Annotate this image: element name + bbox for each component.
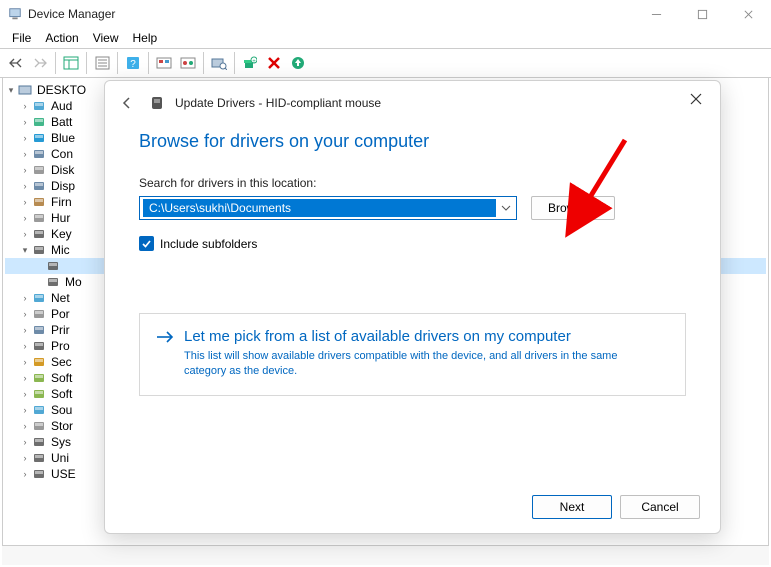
scan-hardware-icon[interactable] [207,51,231,75]
option-title: Let me pick from a list of available dri… [184,328,654,345]
location-value[interactable]: C:\Users\sukhi\Documents [143,199,496,217]
soft-icon [31,370,47,386]
location-combobox[interactable]: C:\Users\sukhi\Documents [139,196,517,220]
usb-icon [31,466,47,482]
remove-device-icon[interactable] [262,51,286,75]
back-icon[interactable] [119,95,139,111]
nav-forward-icon[interactable] [28,51,52,75]
network-icon [31,290,47,306]
soft-icon [31,386,47,402]
menu-file[interactable]: File [6,29,37,47]
computer-icon [31,146,47,162]
usb-icon [31,450,47,466]
properties-icon[interactable] [90,51,114,75]
dialog-device-icon [149,95,165,111]
menu-bar: File Action View Help [0,28,771,48]
dialog-title: Update Drivers - HID-compliant mouse [175,96,381,110]
show-hide-tree-icon[interactable] [59,51,83,75]
sound-icon [31,402,47,418]
add-driver-icon[interactable]: + [238,51,262,75]
cancel-button[interactable]: Cancel [620,495,700,519]
browse-button[interactable]: Browse... [531,196,615,220]
nav-back-icon[interactable] [4,51,28,75]
update-driver-icon[interactable] [286,51,310,75]
print-icon [31,322,47,338]
option-description: This list will show available drivers co… [184,349,654,379]
menu-view[interactable]: View [87,29,125,47]
svg-text:?: ? [130,59,136,70]
maximize-button[interactable] [679,0,725,28]
chevron-down-icon[interactable] [496,203,516,213]
ports-icon [31,306,47,322]
security-icon [31,354,47,370]
window-titlebar: Device Manager [0,0,771,28]
pick-from-list-option[interactable]: Let me pick from a list of available dri… [139,313,686,396]
audio-icon [31,98,47,114]
firmware-icon [31,194,47,210]
update-drivers-dialog: Update Drivers - HID-compliant mouse Bro… [104,80,721,534]
display-icon [31,178,47,194]
toolbar: ? + [0,48,771,78]
include-subfolders-checkbox[interactable] [139,236,154,251]
keyboard-icon [31,226,47,242]
tool-1-icon[interactable] [152,51,176,75]
battery-icon [31,114,47,130]
mouse-icon [45,258,61,274]
minimize-button[interactable] [633,0,679,28]
include-subfolders-label: Include subfolders [160,237,257,251]
svg-text:+: + [252,59,256,65]
app-icon [8,7,22,21]
close-button[interactable] [725,0,771,28]
menu-action[interactable]: Action [39,29,84,47]
dialog-heading: Browse for drivers on your computer [139,131,686,152]
menu-help[interactable]: Help [127,29,164,47]
bluetooth-icon [31,130,47,146]
tool-2-icon[interactable] [176,51,200,75]
window-title: Device Manager [28,7,115,21]
dialog-close-button[interactable] [680,87,712,111]
status-bar [2,545,769,565]
next-button[interactable]: Next [532,495,612,519]
hid-icon [31,210,47,226]
location-label: Search for drivers in this location: [139,176,686,190]
help-icon[interactable]: ? [121,51,145,75]
arrow-right-icon [156,328,174,379]
disk-icon [31,162,47,178]
mouse-icon [45,274,61,290]
storage-icon [31,418,47,434]
system-icon [31,434,47,450]
mouse-icon [31,242,47,258]
cpu-icon [31,338,47,354]
